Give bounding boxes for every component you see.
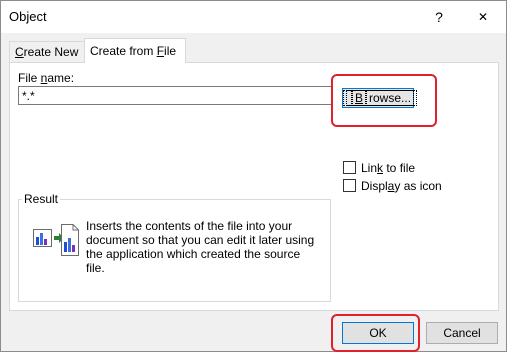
- browse-accel: B: [352, 90, 367, 106]
- tab-create-new-post: reate New: [23, 45, 79, 59]
- result-group: Result Inserts the contents of the file …: [18, 192, 331, 302]
- tab-create-from-file[interactable]: Create from File: [84, 38, 186, 63]
- title-bar: Object ? ✕: [1, 1, 506, 33]
- display-as-icon-box[interactable]: [343, 179, 356, 192]
- result-description: Inserts the contents of the file into yo…: [86, 219, 315, 275]
- display-as-icon-checkbox[interactable]: Display as icon: [343, 179, 442, 195]
- browse-button-label: Browse...: [343, 90, 418, 106]
- link-post: to file: [383, 161, 416, 175]
- cancel-button[interactable]: Cancel: [426, 322, 498, 344]
- display-pre: Displ: [361, 179, 388, 193]
- tab-create-from-file-pre: Create from: [90, 44, 157, 58]
- file-name-label-pre: File: [18, 71, 41, 85]
- tab-create-new[interactable]: Create New: [9, 41, 85, 63]
- close-icon[interactable]: ✕: [471, 6, 495, 28]
- file-name-label-post: ame:: [47, 71, 75, 85]
- tab-create-from-file-post: ile: [164, 44, 177, 58]
- file-name-label: File name:: [18, 71, 74, 85]
- window-title: Object: [9, 9, 47, 24]
- tab-create-new-accel: C: [15, 45, 24, 59]
- browse-post: rowse...: [366, 90, 415, 106]
- link-to-file-box[interactable]: [343, 161, 356, 174]
- link-pre: Lin: [361, 161, 378, 175]
- browse-button[interactable]: Browse...: [342, 88, 418, 108]
- tab-create-from-file-accel: F: [156, 44, 165, 58]
- file-name-input[interactable]: [18, 86, 332, 105]
- display-post: y as icon: [394, 179, 442, 193]
- ok-button[interactable]: OK: [342, 322, 414, 344]
- embedded-document-icon: [33, 224, 79, 256]
- result-label: Result: [22, 192, 61, 206]
- create-from-file-panel: File name: Browse... Link to file Displa…: [9, 62, 499, 311]
- object-dialog: Object ? ✕ Create New Create from File F…: [0, 0, 507, 352]
- help-icon[interactable]: ?: [429, 7, 449, 27]
- link-to-file-checkbox[interactable]: Link to file: [343, 161, 415, 177]
